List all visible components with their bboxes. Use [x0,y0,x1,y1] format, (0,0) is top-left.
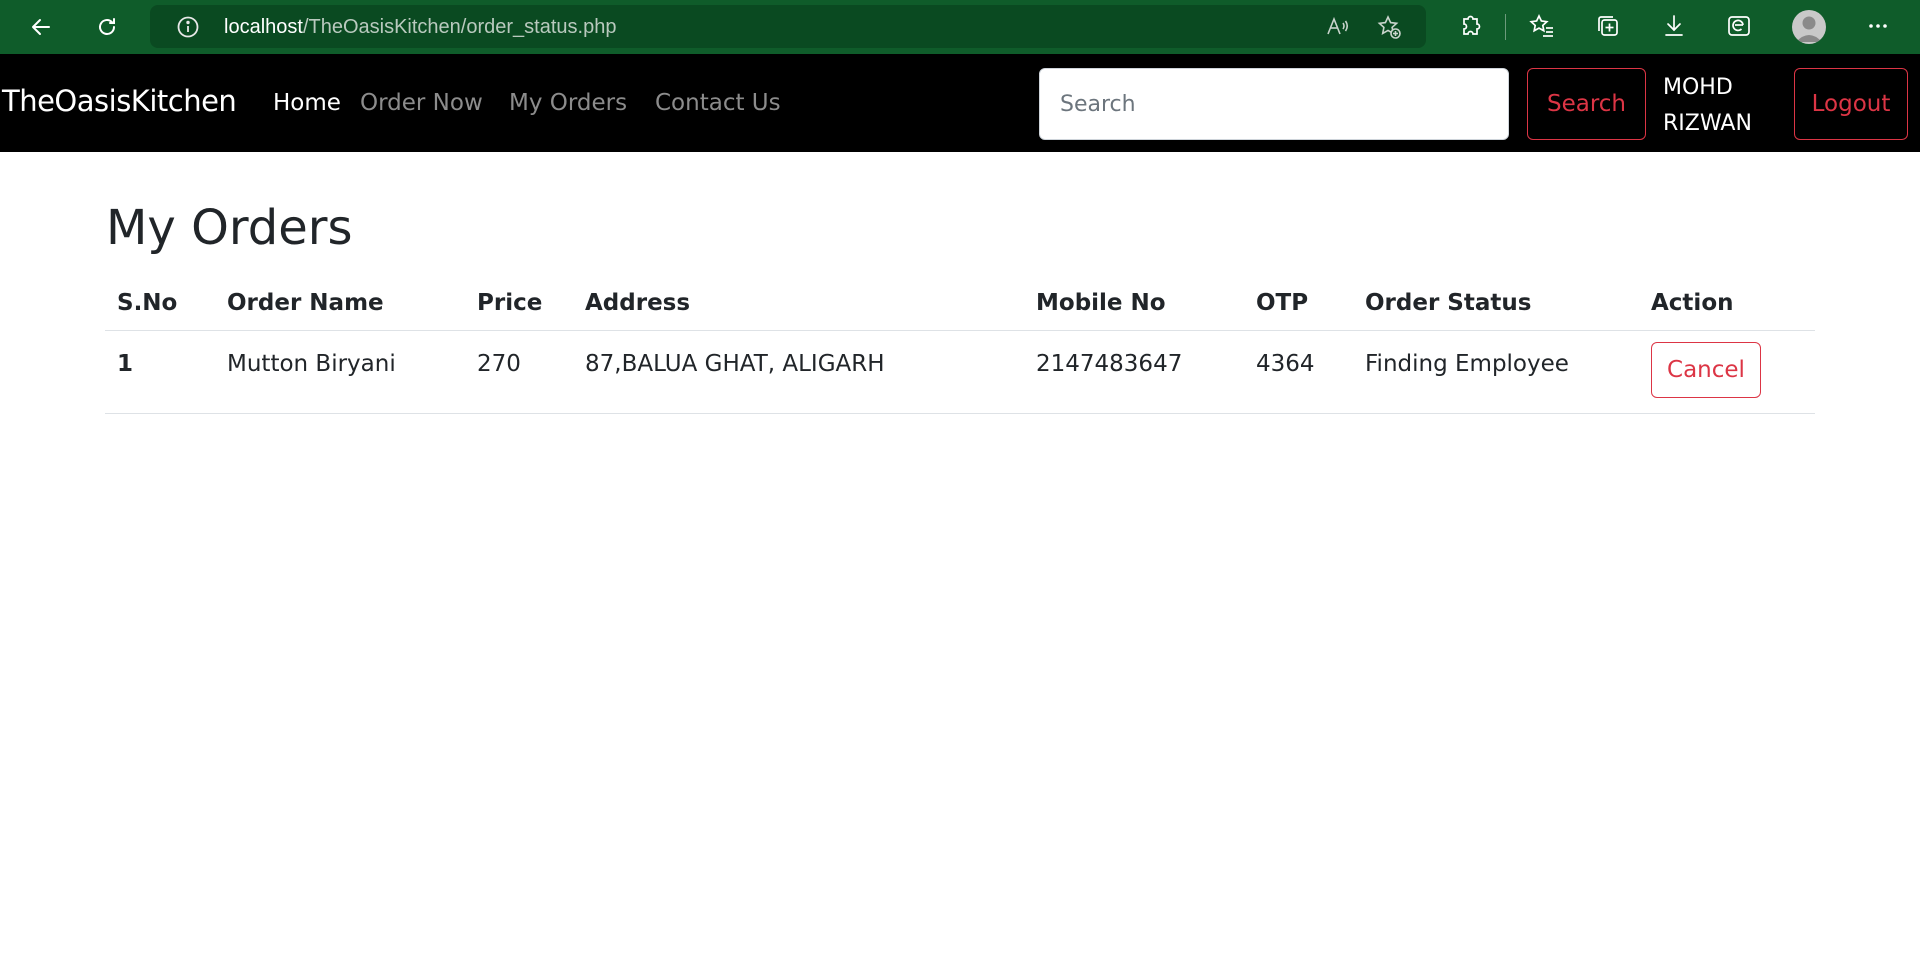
cell-order-status: Finding Employee [1353,330,1639,414]
column-header-address: Address [573,276,1024,331]
url-path: /TheOasisKitchen/order_status.php [302,16,617,38]
collections-icon[interactable] [1594,12,1622,40]
address-bar[interactable]: localhost/TheOasisKitchen/order_status.p… [150,5,1426,48]
column-header-order-name: Order Name [215,276,465,331]
extensions-icon[interactable] [1456,12,1484,40]
nav-link-contact-us[interactable]: Contact Us [655,90,781,116]
cell-sno: 1 [105,330,215,414]
column-header-order-status: Order Status [1353,276,1639,331]
search-input[interactable] [1039,68,1509,140]
page-title: My Orders [106,200,353,256]
table-row: 1 Mutton Biryani 270 87,BALUA GHAT, ALIG… [105,330,1815,414]
column-header-action: Action [1639,276,1815,331]
reload-button[interactable] [86,6,128,48]
user-name: MOHD RIZWAN [1663,75,1752,136]
logout-button[interactable]: Logout [1794,68,1908,140]
orders-table: S.No Order Name Price Address Mobile No … [105,276,1815,414]
nav-link-home[interactable]: Home [273,90,341,116]
cell-mobile: 2147483647 [1024,330,1244,414]
toolbar-divider [1505,14,1506,40]
add-favorite-icon[interactable] [1376,14,1402,40]
nav-link-order-now[interactable]: Order Now [360,90,483,116]
profile-avatar[interactable] [1792,10,1826,44]
column-header-sno: S.No [105,276,215,331]
info-icon[interactable] [176,15,200,39]
downloads-icon[interactable] [1660,12,1688,40]
refresh-icon [99,18,115,35]
more-options-icon[interactable] [1864,12,1892,40]
browser-toolbar: localhost/TheOasisKitchen/order_status.p… [0,0,1920,54]
back-button[interactable] [20,6,62,48]
column-header-mobile: Mobile No [1024,276,1244,331]
nav-link-my-orders[interactable]: My Orders [509,90,627,116]
url-host: localhost [224,16,303,38]
site-navbar: TheOasisKitchen Home Order Now My Orders… [0,54,1920,152]
brand-logo-link[interactable]: TheOasisKitchen [2,84,237,118]
cell-price: 270 [465,330,573,414]
cell-order-name: Mutton Biryani [215,330,465,414]
table-header-row: S.No Order Name Price Address Mobile No … [105,276,1815,331]
cell-action: Cancel [1639,330,1815,414]
column-header-otp: OTP [1244,276,1353,331]
cell-address: 87,BALUA GHAT, ALIGARH [573,330,1024,414]
arrow-left-icon [32,19,50,35]
cell-otp: 4364 [1244,330,1353,414]
user-icon [1796,16,1822,42]
cancel-order-button[interactable]: Cancel [1651,341,1761,398]
favorites-icon[interactable] [1528,12,1556,40]
column-header-price: Price [465,276,573,331]
read-aloud-icon[interactable] [1324,14,1350,40]
browser-essentials-icon[interactable] [1725,12,1753,40]
search-button[interactable]: Search [1527,68,1646,140]
url-text[interactable]: localhost/TheOasisKitchen/order_status.p… [224,16,616,39]
